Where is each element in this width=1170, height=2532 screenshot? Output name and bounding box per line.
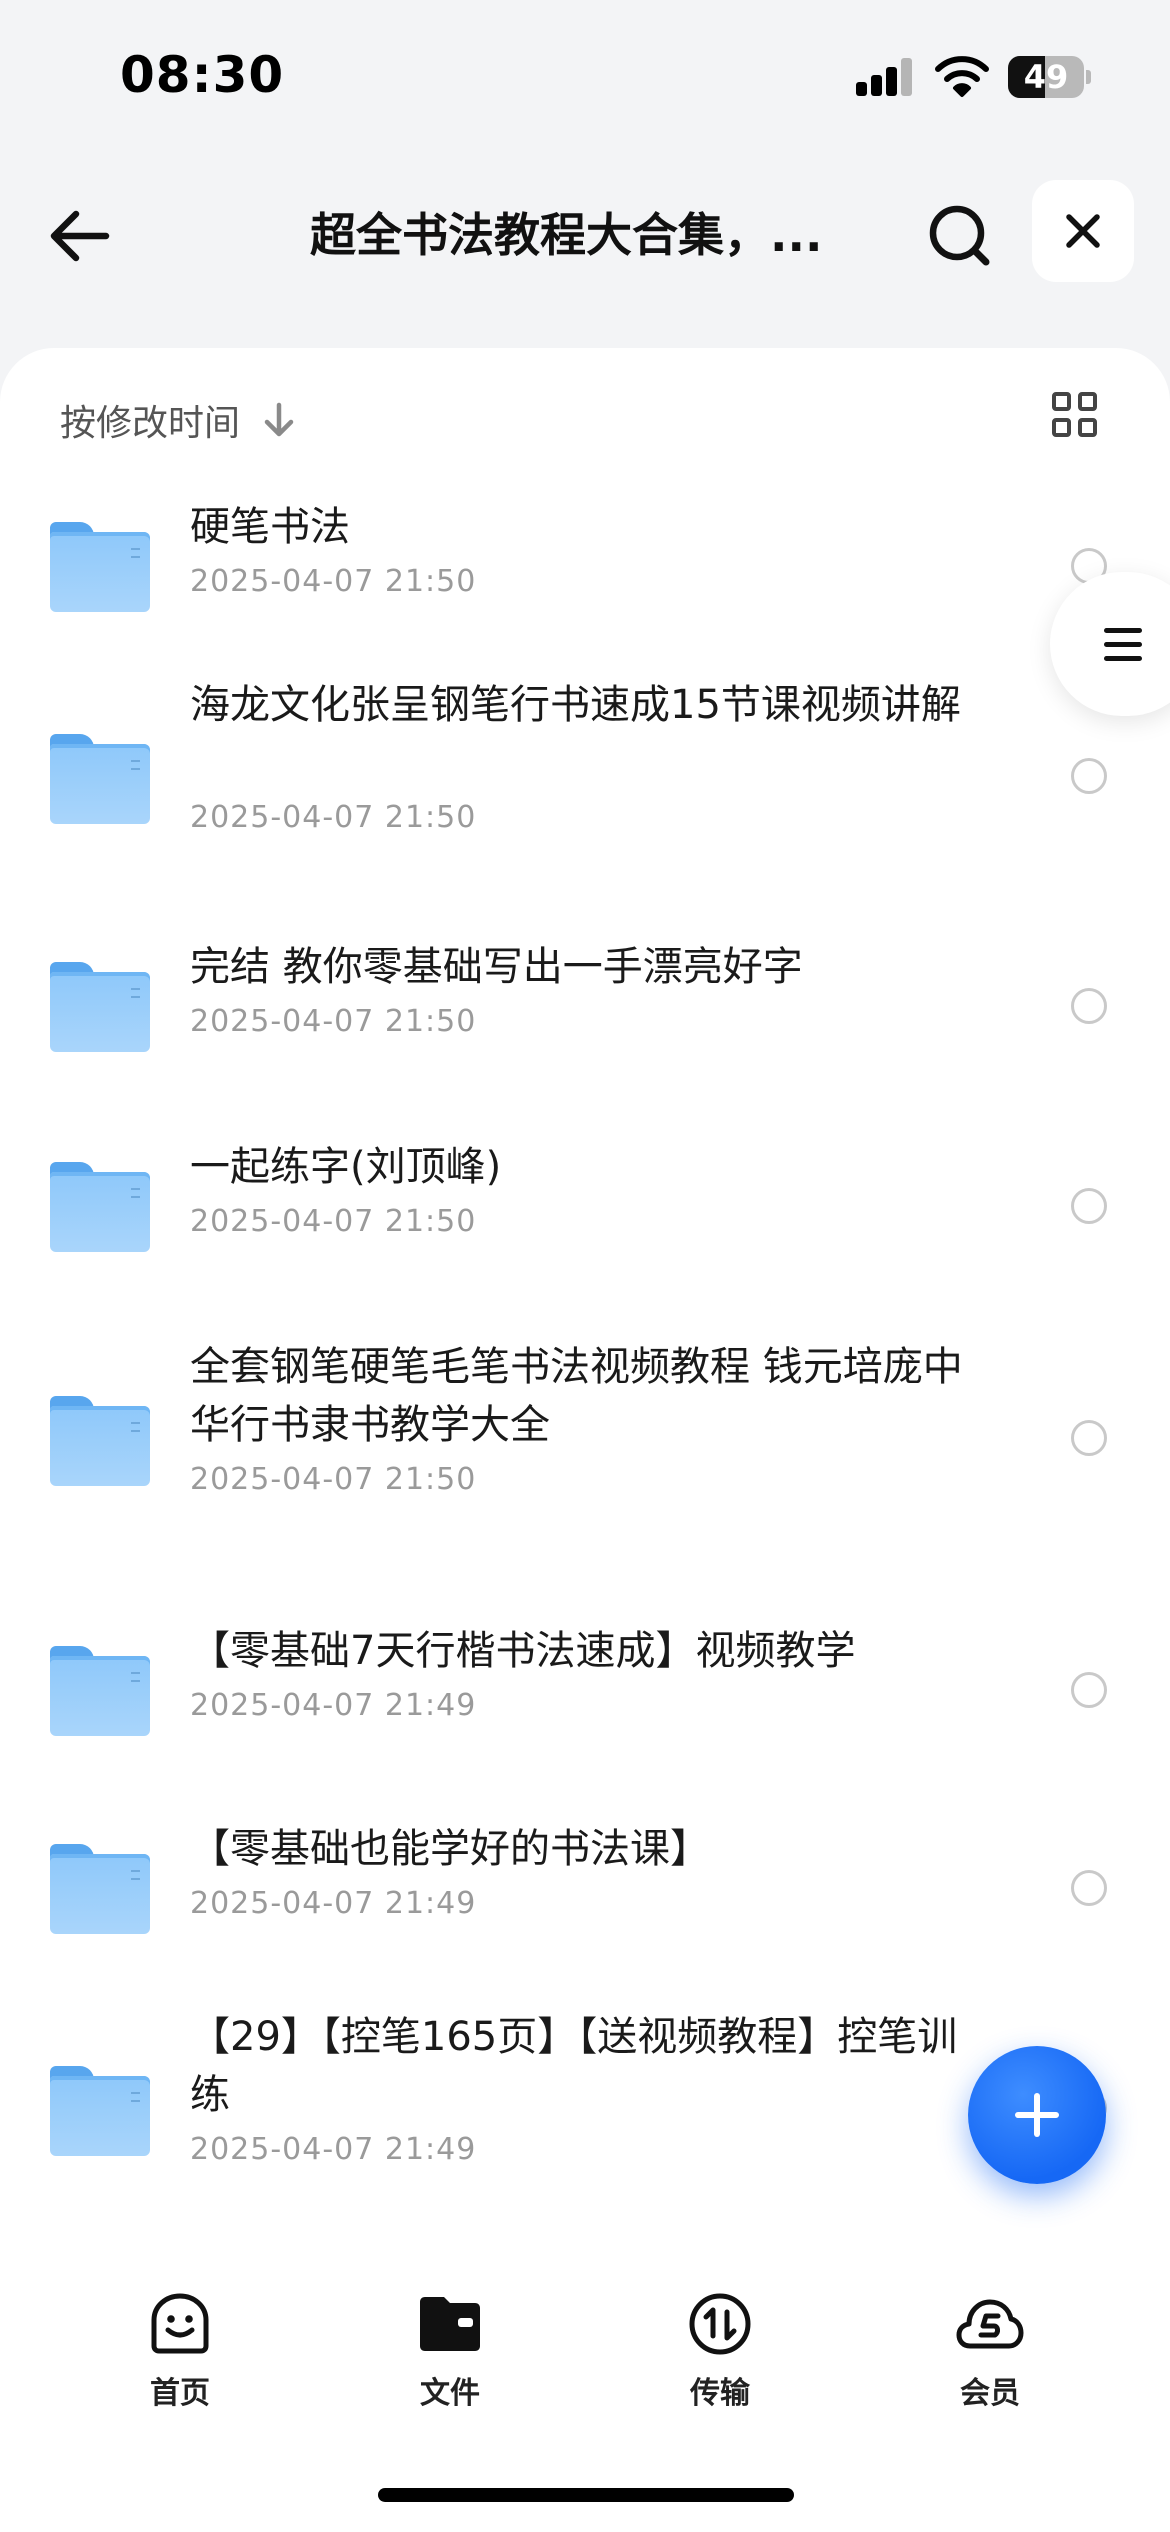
home-indicator <box>378 2488 794 2502</box>
nav-bar: 超全书法教程大合集，... <box>0 160 1170 300</box>
file-name: 【零基础也能学好的书法课】 <box>190 1826 710 1872</box>
folder-icon <box>50 962 150 1052</box>
transfer-icon <box>689 2293 751 2355</box>
file-list-item[interactable]: 一起练字(刘顶峰) 2025-04-07 21:50 <box>0 1138 1170 1298</box>
file-name: 一起练字(刘顶峰) <box>190 1144 502 1190</box>
select-checkbox[interactable] <box>1071 758 1107 794</box>
tab-files[interactable]: 文件 <box>380 2290 520 2430</box>
cellular-signal-icon <box>856 58 914 96</box>
file-list-item[interactable]: 海龙文化张呈钢笔行书速成15节课视频讲解 2025-04-07 21:50 <box>0 676 1170 896</box>
file-date: 2025-04-07 21:50 <box>190 564 477 599</box>
smiley-home-icon <box>151 2293 209 2354</box>
tab-label: 传输 <box>690 2376 750 2411</box>
file-date: 2025-04-07 21:49 <box>190 1688 477 1723</box>
file-date: 2025-04-07 21:49 <box>190 2132 477 2167</box>
page-title: 超全书法教程大合集，... <box>310 208 823 262</box>
battery-icon: 49 <box>1008 56 1091 98</box>
screen: 08:30 49 超全书法教程大合集，... 按修改时间 硬笔书法 2025-0… <box>0 0 1170 2532</box>
file-name: 海龙文化张呈钢笔行书速成15节课视频讲解 <box>190 682 961 728</box>
file-list-item[interactable]: 完结 教你零基础写出一手漂亮好字 2025-04-07 21:50 <box>0 938 1170 1098</box>
file-list-item[interactable]: 全套钢笔硬笔毛笔书法视频教程 钱元培庞中华行书隶书教学大全 2025-04-07 … <box>0 1338 1170 1558</box>
file-date: 2025-04-07 21:49 <box>190 1886 477 1921</box>
search-icon <box>929 205 990 266</box>
tab-transfer[interactable]: 传输 <box>650 2290 790 2430</box>
tab-home[interactable]: 首页 <box>110 2290 250 2430</box>
folder-icon <box>420 2297 480 2351</box>
status-bar: 08:30 49 <box>0 0 1170 150</box>
search-button[interactable] <box>920 196 1000 276</box>
folder-icon <box>50 522 150 612</box>
vip-cloud-icon <box>956 2299 1024 2349</box>
arrow-down-icon <box>264 402 294 437</box>
select-checkbox[interactable] <box>1071 1188 1107 1224</box>
arrow-left-icon <box>50 210 110 262</box>
wifi-icon <box>935 56 989 97</box>
file-list-item[interactable]: 硬笔书法 2025-04-07 21:50 <box>0 498 1170 658</box>
file-name: 完结 教你零基础写出一手漂亮好字 <box>190 944 803 990</box>
tab-vip[interactable]: 会员 <box>920 2290 1060 2430</box>
battery-level: 49 <box>1023 58 1069 96</box>
file-list-item[interactable]: 【零基础7天行楷书法速成】视频教学 2025-04-07 21:49 <box>0 1622 1170 1782</box>
back-button[interactable] <box>40 196 120 276</box>
folder-icon <box>50 1396 150 1486</box>
file-date: 2025-04-07 21:50 <box>190 800 477 835</box>
select-checkbox[interactable] <box>1071 988 1107 1024</box>
file-date: 2025-04-07 21:50 <box>190 1462 477 1497</box>
file-name: 【29】【控笔165页】【送视频教程】控笔训练 <box>190 2014 958 2118</box>
folder-icon <box>50 1162 150 1252</box>
file-list: 硬笔书法 2025-04-07 21:50 海龙文化张呈钢笔行书速成15节课视频讲解… <box>0 498 1170 2268</box>
folder-icon <box>50 2066 150 2156</box>
status-time: 08:30 <box>120 46 285 104</box>
select-checkbox[interactable] <box>1071 1870 1107 1906</box>
tab-label: 文件 <box>420 2376 480 2411</box>
add-button[interactable] <box>968 2046 1106 2184</box>
file-name: 【零基础7天行楷书法速成】视频教学 <box>190 1628 856 1674</box>
folder-icon <box>50 734 150 824</box>
sort-label: 按修改时间 <box>60 403 241 444</box>
grid-view-button[interactable] <box>1052 392 1100 440</box>
close-button[interactable] <box>1032 180 1134 282</box>
file-name: 硬笔书法 <box>190 504 350 550</box>
folder-icon <box>50 1844 150 1934</box>
file-date: 2025-04-07 21:50 <box>190 1004 477 1039</box>
select-checkbox[interactable] <box>1071 1420 1107 1456</box>
file-list-item[interactable]: 【零基础也能学好的书法课】 2025-04-07 21:49 <box>0 1820 1170 1980</box>
file-list-panel: 按修改时间 硬笔书法 2025-04-07 21:50 海龙文化张呈钢笔行书速成15… <box>0 348 1170 2532</box>
folder-icon <box>50 1646 150 1736</box>
file-date: 2025-04-07 21:50 <box>190 1204 477 1239</box>
close-icon <box>1066 214 1100 248</box>
tab-label: 会员 <box>960 2376 1020 2411</box>
sort-control[interactable]: 按修改时间 <box>60 390 296 450</box>
tab-label: 首页 <box>150 2376 210 2411</box>
select-checkbox[interactable] <box>1071 1672 1107 1708</box>
file-name: 全套钢笔硬笔毛笔书法视频教程 钱元培庞中华行书隶书教学大全 <box>190 1344 963 1448</box>
